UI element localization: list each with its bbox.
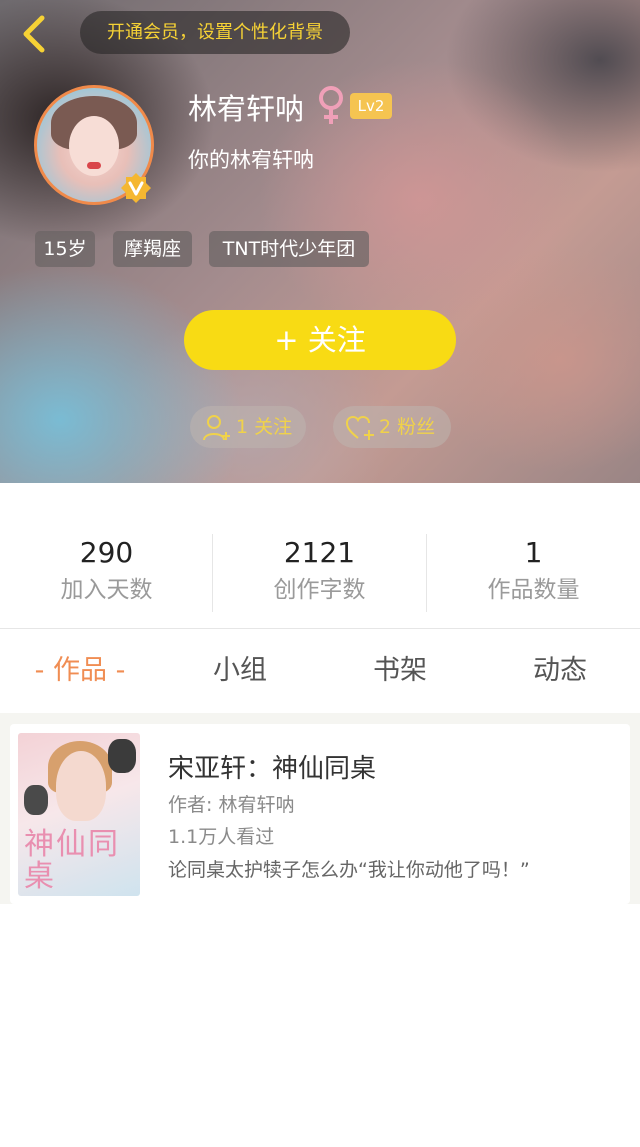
level-badge: Lv2 [350, 93, 392, 119]
stat-works-count: 1 作品数量 [427, 533, 640, 607]
stat-value: 1 [524, 536, 543, 569]
tab-groups[interactable]: 小组 [160, 629, 320, 713]
heart-plus-icon [345, 415, 374, 440]
fans-count-button[interactable]: 2 粉丝 [333, 406, 451, 448]
tab-activity[interactable]: 动态 [480, 629, 640, 713]
tag-zodiac: 摩羯座 [113, 231, 192, 267]
book-description: 论同桌太护犊子怎么办“我让你动他了吗！” [168, 859, 530, 881]
user-signature: 你的林宥轩呐 [188, 148, 314, 172]
tag-fandom: TNT时代少年团 [209, 231, 369, 267]
following-count: 1 关注 [236, 416, 293, 438]
book-cover-title: 神仙同桌 [24, 827, 120, 894]
book-author: 作者: 林宥轩呐 [168, 794, 295, 816]
profile-tabs: - 作品 - 小组 书架 动态 [0, 629, 640, 713]
book-views: 1.1万人看过 [168, 826, 275, 848]
fans-count: 2 粉丝 [379, 416, 436, 438]
tab-bookshelf[interactable]: 书架 [320, 629, 480, 713]
tab-works[interactable]: - 作品 - [0, 629, 160, 713]
book-title[interactable]: 宋亚轩：神仙同桌 [168, 748, 376, 785]
female-gender-icon [316, 86, 346, 126]
vip-background-banner[interactable]: 开通会员，设置个性化背景 [80, 11, 350, 54]
following-count-button[interactable]: 1 关注 [190, 406, 306, 448]
verified-badge-icon [120, 172, 152, 204]
stat-join-days: 290 加入天数 [0, 533, 213, 607]
stat-value: 2121 [283, 536, 356, 569]
stat-value: 290 [79, 536, 134, 569]
back-arrow-icon[interactable] [18, 14, 52, 54]
stat-label: 作品数量 [487, 577, 580, 603]
stat-word-count: 2121 创作字数 [213, 533, 426, 607]
profile-header: 开通会员，设置个性化背景 林宥轩呐 Lv2 你的林宥轩呐 15岁 摩羯座 TNT… [0, 0, 640, 483]
follow-button[interactable]: + 关注 [184, 310, 456, 370]
username: 林宥轩呐 [188, 92, 305, 126]
stat-label: 创作字数 [273, 577, 366, 603]
book-cover-image[interactable]: 神仙同桌 [18, 733, 140, 896]
add-user-icon [203, 415, 230, 441]
tag-age: 15岁 [35, 231, 95, 267]
stats-bar: 290 加入天数 2121 创作字数 1 作品数量 [0, 483, 640, 629]
stat-label: 加入天数 [60, 577, 153, 603]
